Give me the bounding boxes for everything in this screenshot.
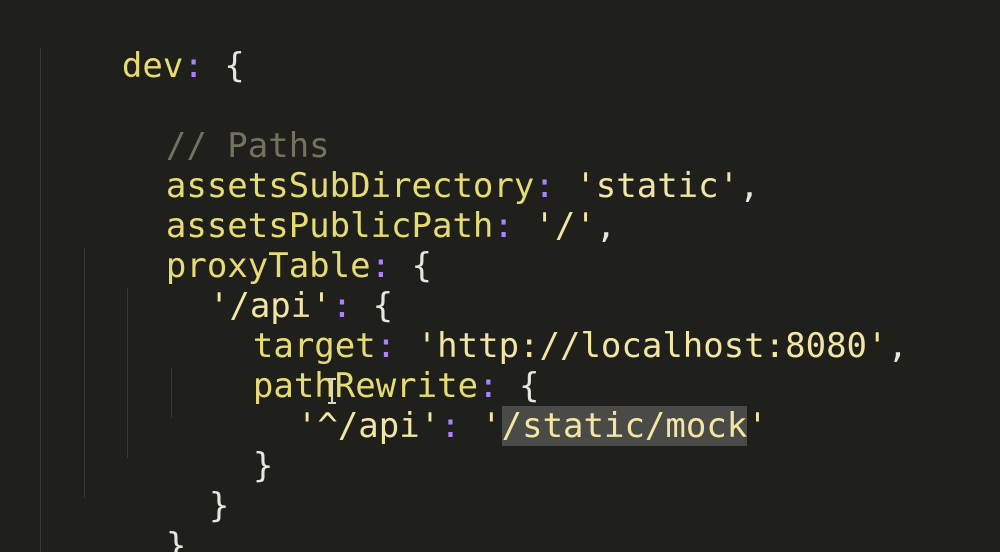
string-value: '/' <box>534 206 596 246</box>
brace: }, <box>165 526 207 552</box>
code-line[interactable]: target: 'http://localhost:8080', <box>171 286 908 366</box>
brace: } <box>252 446 274 486</box>
string-quote: ' <box>747 406 768 446</box>
colon: : <box>183 46 204 86</box>
code-editor[interactable]: dev: { // Paths assetsSubDirectory: 'sta… <box>0 0 1000 552</box>
selected-text[interactable]: /static/mock <box>501 406 748 446</box>
code-line[interactable]: } <box>171 406 273 486</box>
property-key: '^/api' <box>296 406 441 446</box>
comma: , <box>595 206 617 246</box>
brace: { <box>391 246 433 286</box>
comma: , <box>887 326 908 366</box>
brace: { <box>203 46 245 86</box>
string-quote: ' <box>481 406 502 446</box>
code-line[interactable]: pathRewrite: { <box>171 326 540 406</box>
colon: : <box>493 206 514 246</box>
code-line[interactable]: assetsPublicPath: '/', <box>84 166 616 246</box>
comma: , <box>739 166 760 206</box>
brace: } <box>208 486 230 526</box>
code-line[interactable]: assetsSubDirectory: 'static', <box>84 126 760 206</box>
property-key: dev <box>121 46 184 86</box>
text-cursor-icon <box>327 378 337 404</box>
code-line[interactable]: } <box>127 446 229 526</box>
code-line[interactable]: // Paths <box>84 86 330 166</box>
code-line[interactable]: dev: { <box>40 6 245 86</box>
code-line[interactable]: '/api': { <box>127 246 393 326</box>
code-line[interactable]: '^/api': '/static/mock' <box>215 366 768 446</box>
code-line[interactable]: }, <box>84 486 207 552</box>
colon: : <box>440 406 461 446</box>
code-line[interactable]: proxyTable: { <box>84 206 432 286</box>
